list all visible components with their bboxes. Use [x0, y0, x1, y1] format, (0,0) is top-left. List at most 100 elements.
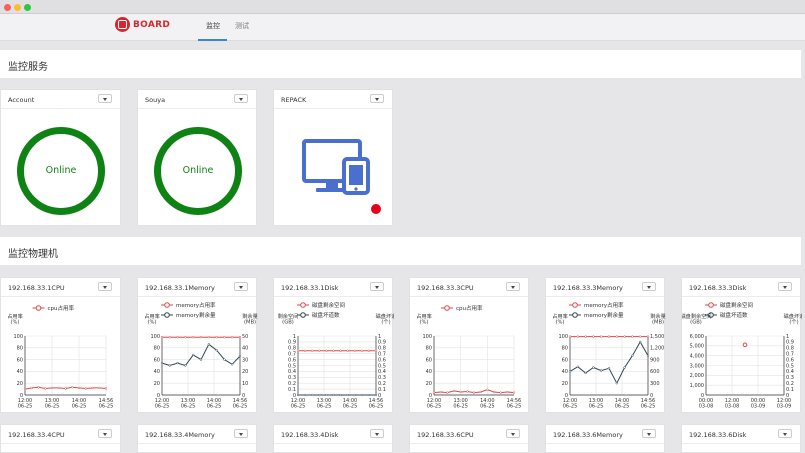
y-tick-label: 0.7 — [288, 352, 296, 358]
data-point — [57, 386, 60, 390]
x-tick-label: 13:00 06-25 — [181, 398, 196, 410]
data-point — [238, 336, 242, 339]
data-point — [231, 336, 234, 339]
legend-label: cpu占用率 — [456, 304, 483, 312]
machine-chart-card: 192.168.33.3Memory memory占用率 memory剩余量 占用率… — [545, 277, 666, 413]
card-dropdown-button[interactable] — [642, 429, 656, 438]
chart-card-title: 192.168.33.1Disk — [281, 284, 339, 292]
y-axis-label: 剩余空间(GB) — [278, 312, 299, 326]
machine-chart-card: 192.168.33.1Disk 磁盘剩余空间 磁盘坏道数 剩余空间(GB) 磁盘坏道… — [273, 277, 394, 413]
y-tick-right-label: 1,500 — [650, 334, 664, 340]
y-tick-label: 100 — [13, 334, 23, 340]
legend-marker — [572, 312, 578, 318]
services-section-header: 监控服务 — [0, 50, 801, 78]
disk-scatter-chart: 磁盘剩余空间磁盘坏道数磁盘剩余空间(GB)磁盘坏道(个)01,0002,0003… — [682, 301, 802, 410]
data-point — [600, 369, 603, 372]
y-tick-label: 0.9 — [288, 340, 296, 346]
chart-legend: cpu占用率 — [441, 304, 483, 312]
minimize-window-button[interactable] — [14, 4, 21, 11]
card-dropdown-button[interactable] — [98, 429, 112, 438]
legend-label: 磁盘剩余空间 — [720, 301, 753, 309]
cpu-line-chart: cpu占用率占用率(%)02040608010012:00 06-2513:00 0… — [416, 304, 521, 410]
card-dropdown-button[interactable] — [98, 282, 112, 291]
data-point — [318, 393, 321, 397]
service-card-account: Account Online — [0, 89, 121, 226]
card-dropdown-button[interactable] — [98, 94, 112, 103]
card-dropdown-button[interactable] — [778, 429, 792, 438]
active-tab-indicator — [198, 39, 227, 41]
x-tick-label: 12:00 06-25 — [427, 398, 442, 410]
data-point — [367, 349, 371, 352]
legend-label: cpu占用率 — [48, 304, 75, 312]
card-dropdown-button[interactable] — [370, 282, 384, 291]
legend-marker — [708, 302, 714, 308]
y-tick-right-label: 0.9 — [786, 340, 794, 346]
card-dropdown-button[interactable] — [370, 429, 384, 438]
card-dropdown-button[interactable] — [506, 429, 520, 438]
x-tick-label: 13:00 06-25 — [453, 398, 468, 410]
y-tick-label: 100 — [558, 334, 568, 340]
brand-name[interactable]: BOARD — [133, 20, 170, 30]
data-point — [492, 390, 496, 394]
data-point — [499, 391, 502, 394]
y-tick-label: 4,000 — [690, 353, 704, 359]
y-axis-right-label: 剩余量(MB) — [650, 312, 666, 326]
machine-chart-card: 192.168.33.6Disk — [681, 424, 801, 453]
legend-marker — [300, 312, 306, 318]
y-tick-right-label: 40 — [242, 346, 248, 352]
y-tick-label: 20 — [426, 381, 432, 387]
close-window-button[interactable] — [4, 4, 11, 11]
y-tick-right-label: 0.1 — [378, 387, 386, 393]
chart-card-title: 192.168.33.3Disk — [689, 284, 747, 292]
data-point — [215, 349, 218, 352]
card-dropdown-button[interactable] — [506, 282, 520, 291]
data-point — [592, 335, 595, 338]
card-dropdown-button[interactable] — [778, 282, 792, 291]
y-axis-label: 占用率(%) — [552, 312, 568, 326]
y-tick-right-label: 0.4 — [786, 369, 794, 375]
x-tick-label: 14:56 06-25 — [641, 398, 656, 410]
tab-test[interactable]: 测试 — [235, 21, 249, 31]
chart-legend: memory占用率 memory剩余量 — [161, 301, 216, 319]
x-tick-label: 00:00 03-09 — [751, 398, 766, 410]
data-point — [466, 390, 469, 393]
x-tick-label: 12:00 06-25 — [291, 398, 306, 410]
data-point — [184, 336, 187, 339]
y-tick-right-label: 0.1 — [786, 387, 794, 393]
y-tick-label: 0.1 — [288, 387, 296, 393]
data-point — [44, 387, 47, 390]
data-point — [479, 390, 482, 394]
data-point — [360, 349, 363, 352]
data-point — [568, 370, 572, 373]
y-tick-label: 3,000 — [690, 363, 704, 369]
card-dropdown-button[interactable] — [234, 429, 248, 438]
x-tick-label: 14:56 06-25 — [369, 398, 384, 410]
status-label: Online — [45, 165, 77, 176]
data-point — [360, 393, 363, 397]
data-point — [160, 361, 164, 365]
data-point — [432, 391, 436, 394]
data-point — [325, 393, 328, 397]
brand-logo-icon[interactable] — [115, 17, 130, 32]
x-tick-label: 13:00 06-25 — [317, 398, 332, 410]
card-dropdown-button[interactable] — [370, 94, 384, 103]
data-point — [623, 366, 626, 369]
data-point — [607, 367, 611, 370]
data-point — [50, 386, 54, 390]
machine-chart-card: 192.168.33.6CPU — [409, 424, 529, 453]
y-axis-right-label: 磁盘坏道(个) — [376, 312, 394, 326]
x-tick-label: 12:00 03-09 — [777, 398, 792, 410]
data-point — [374, 349, 378, 352]
chart-card-title: 192.168.33.3Memory — [553, 284, 623, 292]
data-point — [104, 387, 108, 390]
tab-monitor[interactable]: 监控 — [206, 21, 220, 31]
zoom-window-button[interactable] — [24, 4, 31, 11]
y-axis-right-label: 剩余量(MB) — [242, 312, 258, 326]
chart-legend: cpu占用率 — [32, 304, 75, 312]
card-dropdown-button[interactable] — [642, 282, 656, 291]
chart-card-title: 192.168.33.1CPU — [8, 284, 65, 292]
data-point — [459, 390, 462, 394]
card-dropdown-button[interactable] — [234, 282, 248, 291]
chart-legend: 磁盘剩余空间磁盘坏道数 — [297, 301, 345, 319]
card-dropdown-button[interactable] — [234, 94, 248, 103]
